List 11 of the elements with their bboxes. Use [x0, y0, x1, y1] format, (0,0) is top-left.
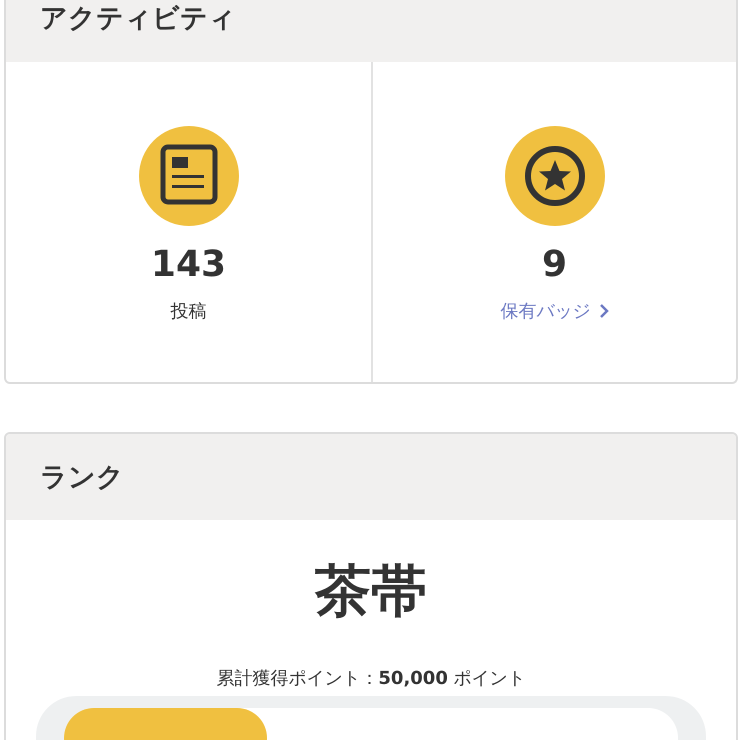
badges-link[interactable]: 保有バッジ: [500, 299, 608, 323]
star-badge-icon: [504, 126, 604, 226]
stat-label: 投稿: [170, 300, 206, 323]
document-icon: [138, 126, 238, 226]
stat-count: 9: [542, 244, 568, 285]
rank-name: 茶帯: [315, 558, 427, 626]
section-title: アクティビティ: [40, 2, 236, 36]
chevron-right-icon: [598, 303, 608, 319]
section-title: ランク: [40, 461, 124, 495]
stat-count: 143: [150, 244, 226, 285]
total-points: 累計獲得ポイント：50,000 ポイント: [216, 667, 526, 690]
